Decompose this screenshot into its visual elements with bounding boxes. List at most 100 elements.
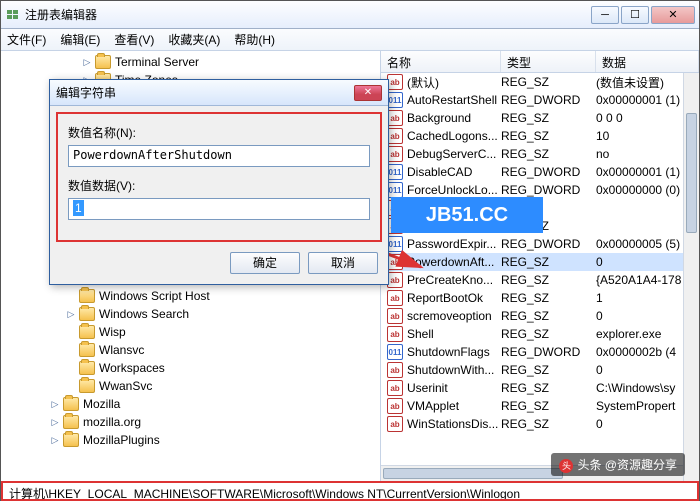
string-icon: ab — [387, 128, 403, 144]
cell-name: CachedLogons... — [407, 129, 501, 143]
string-icon: ab — [387, 110, 403, 126]
credit-overlay: 头头条 @资源趣分享 — [551, 453, 685, 476]
expand-icon[interactable] — [65, 380, 77, 392]
string-icon: ab — [387, 74, 403, 90]
cell-name: Background — [407, 111, 501, 125]
cell-name: Shell — [407, 327, 501, 341]
list-row[interactable]: abReportBootOkREG_SZ1 — [381, 289, 699, 307]
cell-name: Userinit — [407, 381, 501, 395]
status-bar: 计算机\HKEY_LOCAL_MACHINE\SOFTWARE\Microsof… — [1, 481, 699, 501]
edit-string-dialog: 编辑字符串 ✕ 数值名称(N): PowerdownAfterShutdown … — [49, 79, 389, 285]
value-data-input[interactable]: 1 — [68, 198, 370, 220]
folder-icon — [79, 325, 95, 339]
string-icon: ab — [387, 362, 403, 378]
list-row[interactable]: abBackgroundREG_SZ0 0 0 — [381, 109, 699, 127]
tree-item[interactable]: Wisp — [1, 323, 380, 341]
cell-type: REG_SZ — [501, 381, 596, 395]
cell-type: REG_DWORD — [501, 183, 596, 197]
tree-item[interactable]: ▷ mozilla.org — [1, 413, 380, 431]
list-row[interactable]: abShutdownWith...REG_SZ0 — [381, 361, 699, 379]
cell-type: REG_SZ — [501, 309, 596, 323]
tree-item[interactable]: Workspaces — [1, 359, 380, 377]
tree-item[interactable]: ▷Windows Search — [1, 305, 380, 323]
ok-button[interactable]: 确定 — [230, 252, 300, 274]
cell-name: PreCreateKno... — [407, 273, 501, 287]
tree-item[interactable]: WwanSvc — [1, 377, 380, 395]
folder-icon — [79, 289, 95, 303]
tree-item[interactable]: ▷MozillaPlugins — [1, 431, 380, 449]
expand-icon[interactable]: ▷ — [49, 416, 61, 428]
expand-icon[interactable] — [65, 344, 77, 356]
close-button[interactable]: ✕ — [651, 6, 695, 24]
list-row[interactable]: 011ShutdownFlagsREG_DWORD0x0000002b (4 — [381, 343, 699, 361]
cell-name: DisableCAD — [407, 165, 501, 179]
cell-name: ForceUnlockLo... — [407, 183, 501, 197]
list-row[interactable]: abCachedLogons...REG_SZ10 — [381, 127, 699, 145]
cell-name: WinStationsDis... — [407, 417, 501, 431]
menu-view[interactable]: 查看(V) — [114, 31, 154, 48]
tree-item[interactable]: ▷Terminal Server — [1, 53, 380, 71]
col-data[interactable]: 数据 — [596, 51, 699, 72]
tree-item[interactable]: ▷Mozilla — [1, 395, 380, 413]
cell-type: REG_SZ — [501, 273, 596, 287]
cell-type: REG_DWORD — [501, 345, 596, 359]
tree-label: Wisp — [99, 325, 126, 339]
cell-name: ReportBootOk — [407, 291, 501, 305]
expand-icon[interactable] — [65, 290, 77, 302]
value-name-input[interactable]: PowerdownAfterShutdown — [68, 145, 370, 167]
binary-icon: 011 — [387, 236, 403, 252]
maximize-button[interactable]: ☐ — [621, 6, 649, 24]
cell-name: AutoRestartShell — [407, 93, 501, 107]
binary-icon: 011 — [387, 92, 403, 108]
list-row[interactable]: 011PasswordExpir...REG_DWORD0x00000005 (… — [381, 235, 699, 253]
col-type[interactable]: 类型 — [501, 51, 596, 72]
minimize-button[interactable]: ─ — [591, 6, 619, 24]
title-bar: 注册表编辑器 ─ ☐ ✕ — [1, 1, 699, 29]
menu-bar: 文件(F) 编辑(E) 查看(V) 收藏夹(A) 帮助(H) — [1, 29, 699, 51]
list-row[interactable]: abPowerdownAft...REG_SZ0 — [381, 253, 699, 271]
tree-item[interactable]: Windows Script Host — [1, 287, 380, 305]
tree-label: WwanSvc — [99, 379, 152, 393]
expand-icon[interactable] — [65, 362, 77, 374]
list-row[interactable]: abscremoveoptionREG_SZ0 — [381, 307, 699, 325]
credit-icon: 头 — [559, 459, 573, 473]
list-row[interactable]: ab(默认)REG_SZ(数值未设置) — [381, 73, 699, 91]
folder-icon — [95, 55, 111, 69]
tree-item[interactable]: Wlansvc — [1, 341, 380, 359]
string-icon: ab — [387, 398, 403, 414]
cell-type: REG_SZ — [501, 147, 596, 161]
binary-icon: 011 — [387, 344, 403, 360]
folder-icon — [79, 343, 95, 357]
list-row[interactable]: 011DisableCADREG_DWORD0x00000001 (1) — [381, 163, 699, 181]
cell-type: REG_SZ — [501, 129, 596, 143]
scrollbar-vertical[interactable] — [683, 73, 699, 481]
list-row[interactable]: abUserinitREG_SZC:\Windows\sy — [381, 379, 699, 397]
string-icon: ab — [387, 326, 403, 342]
tree-label: Wlansvc — [99, 343, 144, 357]
tree-label: mozilla.org — [83, 415, 141, 429]
expand-icon[interactable]: ▷ — [81, 56, 93, 68]
expand-icon[interactable]: ▷ — [49, 434, 61, 446]
list-row[interactable]: abPreCreateKno...REG_SZ{A520A1A4-178 — [381, 271, 699, 289]
cell-type: REG_DWORD — [501, 237, 596, 251]
menu-edit[interactable]: 编辑(E) — [60, 31, 100, 48]
menu-help[interactable]: 帮助(H) — [234, 31, 275, 48]
menu-file[interactable]: 文件(F) — [7, 31, 46, 48]
list-row[interactable]: abWinStationsDis...REG_SZ0 — [381, 415, 699, 433]
dialog-close-button[interactable]: ✕ — [354, 85, 382, 101]
window-title: 注册表编辑器 — [25, 6, 591, 23]
expand-icon[interactable]: ▷ — [49, 398, 61, 410]
cell-type: REG_DWORD — [501, 165, 596, 179]
watermark-overlay: JB51.CC — [391, 197, 543, 233]
expand-icon[interactable] — [65, 326, 77, 338]
list-row[interactable]: abShellREG_SZexplorer.exe — [381, 325, 699, 343]
cancel-button[interactable]: 取消 — [308, 252, 378, 274]
expand-icon[interactable]: ▷ — [65, 308, 77, 320]
list-row[interactable]: 011AutoRestartShellREG_DWORD0x00000001 (… — [381, 91, 699, 109]
cell-name: VMApplet — [407, 399, 501, 413]
list-row[interactable]: abDebugServerC...REG_SZno — [381, 145, 699, 163]
string-icon: ab — [387, 254, 403, 270]
menu-favorites[interactable]: 收藏夹(A) — [168, 31, 220, 48]
col-name[interactable]: 名称 — [381, 51, 501, 72]
list-row[interactable]: abVMAppletREG_SZSystemPropert — [381, 397, 699, 415]
